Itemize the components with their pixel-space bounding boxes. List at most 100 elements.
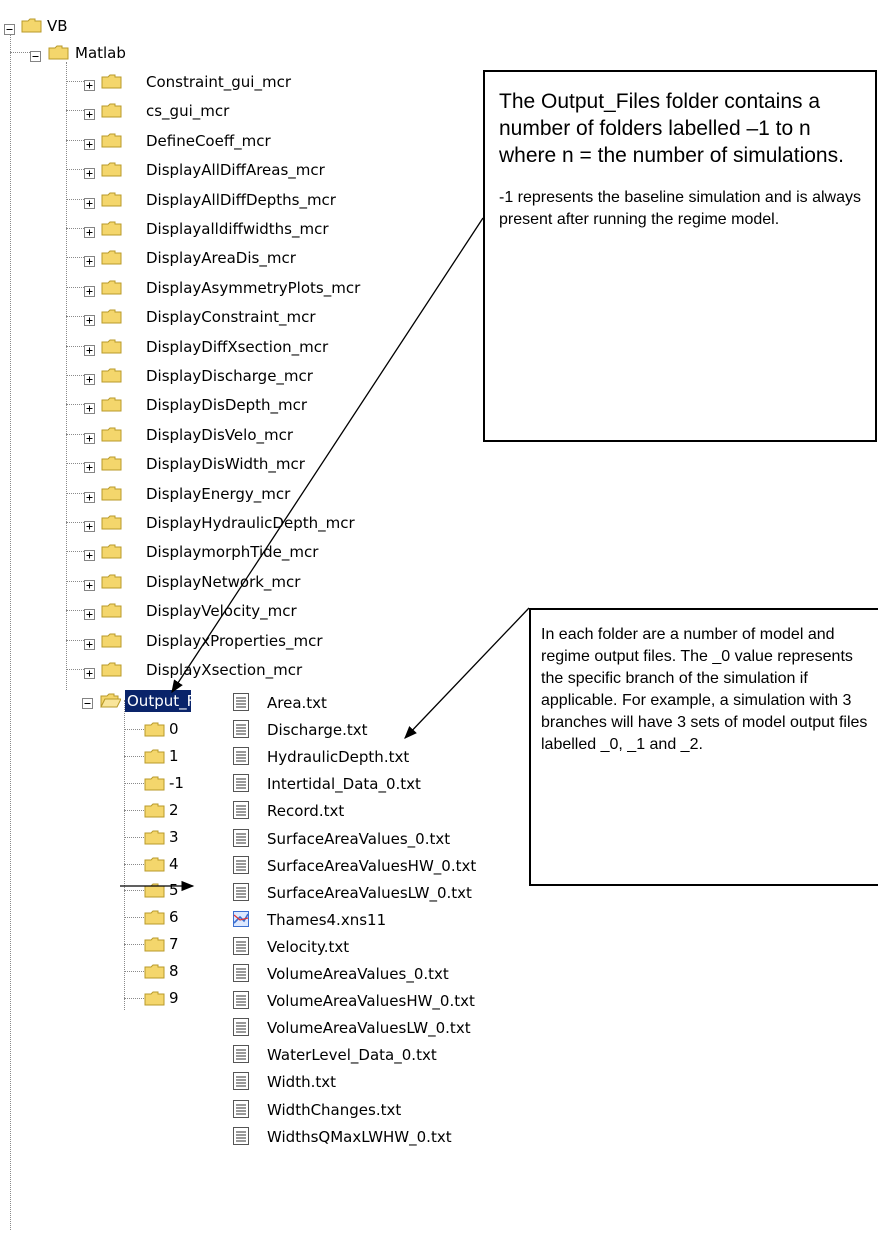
tree-row-folder[interactable]: DisplayDisVelo_mcr: [84, 425, 414, 445]
tree-row-subfolder[interactable]: 8: [124, 961, 204, 981]
text-file-icon: [232, 963, 250, 983]
file-row[interactable]: Width.txt: [232, 1071, 552, 1093]
expand-icon[interactable]: [84, 223, 95, 238]
expand-icon[interactable]: [84, 135, 95, 150]
tree-row-folder[interactable]: Displayalldiffwidths_mcr: [84, 219, 414, 239]
folder-label: DisplayDiffXsection_mcr: [146, 337, 329, 356]
expand-icon[interactable]: [84, 252, 95, 268]
tree-row-folder[interactable]: DisplayVelocity_mcr: [84, 601, 414, 621]
expand-icon[interactable]: [84, 664, 95, 679]
tree-row-folder[interactable]: DisplayConstraint_mcr: [84, 307, 414, 327]
tree-row-folder[interactable]: DisplayAreaDis_mcr: [84, 248, 414, 268]
tree-row-folder[interactable]: DisplayDisDepth_mcr: [84, 395, 414, 415]
file-row[interactable]: Discharge.txt: [232, 719, 552, 741]
tree-row-folder[interactable]: DisplayXsection_mcr: [84, 660, 414, 680]
file-row[interactable]: WidthChanges.txt: [232, 1099, 552, 1121]
collapse-icon[interactable]: [4, 20, 15, 35]
tree-row-folder[interactable]: DisplayAllDiffAreas_mcr: [84, 160, 414, 180]
folder-label: 9: [169, 989, 179, 1007]
tree-row-folder[interactable]: DisplayxProperties_mcr: [84, 631, 414, 651]
file-row[interactable]: WidthsQMaxLWHW_0.txt: [232, 1126, 552, 1148]
tree-row-subfolder[interactable]: 9: [124, 988, 204, 1008]
tree-connector: [66, 580, 84, 582]
file-row[interactable]: VolumeAreaValues_0.txt: [232, 963, 552, 985]
file-row[interactable]: Thames4.xns11: [232, 909, 552, 931]
tree-row-folder[interactable]: DefineCoeff_mcr: [84, 131, 414, 151]
folder-icon: [101, 309, 122, 324]
expand-icon[interactable]: [84, 517, 95, 532]
expand-icon[interactable]: [84, 576, 95, 591]
tree-row-folder[interactable]: DisplayDiffXsection_mcr: [84, 337, 414, 357]
tree-connector: [124, 782, 144, 784]
tree-row-subfolder[interactable]: 3: [124, 827, 204, 847]
tree-connector: [66, 228, 84, 229]
tree-connector: [124, 863, 144, 865]
folder-label: 2: [169, 800, 179, 819]
expand-icon[interactable]: [84, 311, 95, 327]
tree-connector: [66, 522, 84, 523]
collapse-icon[interactable]: [82, 694, 93, 709]
tree-row-folder[interactable]: cs_gui_mcr: [84, 101, 414, 121]
expand-icon[interactable]: [84, 282, 95, 297]
expand-icon[interactable]: [84, 635, 95, 650]
tree-row-folder[interactable]: DisplayAsymmetryPlots_mcr: [84, 278, 414, 298]
tree-row-folder[interactable]: DisplayDischarge_mcr: [84, 366, 414, 386]
file-row[interactable]: SurfaceAreaValues_0.txt: [232, 828, 552, 850]
tree-row-folder[interactable]: DisplayNetwork_mcr: [84, 572, 414, 592]
tree-row-subfolder[interactable]: 5: [124, 880, 204, 900]
expand-icon[interactable]: [84, 194, 95, 209]
tree-row-subfolder[interactable]: 6: [124, 907, 204, 927]
file-row[interactable]: Velocity.txt: [232, 936, 552, 958]
tree-connector: [66, 198, 84, 200]
folder-icon: [101, 192, 122, 207]
file-row[interactable]: Area.txt: [232, 692, 552, 714]
tree-row-subfolder[interactable]: 2: [124, 800, 204, 820]
folder-label: DisplayEnergy_mcr: [146, 484, 291, 503]
tree-row-vb[interactable]: VB: [4, 16, 104, 36]
folder-icon: [101, 133, 122, 148]
tree-row-subfolder[interactable]: 7: [124, 934, 204, 954]
tree-connector: [66, 316, 84, 318]
expand-icon[interactable]: [84, 370, 95, 385]
file-row[interactable]: SurfaceAreaValuesHW_0.txt: [232, 855, 552, 877]
tree-row-subfolder[interactable]: 1: [124, 746, 204, 766]
tree-row-folder[interactable]: DisplayDisWidth_mcr: [84, 454, 414, 474]
tree-connector: [66, 286, 84, 288]
expand-icon[interactable]: [84, 546, 95, 562]
tree-row-subfolder[interactable]: 0: [124, 719, 204, 739]
expand-icon[interactable]: [84, 458, 95, 474]
file-row[interactable]: VolumeAreaValuesHW_0.txt: [232, 990, 552, 1012]
tree-row-output-files[interactable]: Output_F: [82, 690, 242, 712]
expand-icon[interactable]: [84, 76, 95, 91]
folder-label: 1: [169, 746, 179, 765]
folder-label: DisplaymorphTide_mcr: [146, 543, 319, 562]
tree-row-matlab[interactable]: Matlab: [30, 43, 150, 63]
tree-row-folder[interactable]: Constraint_gui_mcr: [84, 72, 414, 92]
expand-icon[interactable]: [84, 488, 95, 503]
tree-row-subfolder[interactable]: 4: [124, 854, 204, 874]
file-row[interactable]: WaterLevel_Data_0.txt: [232, 1044, 552, 1066]
open-folder-icon: [100, 693, 121, 708]
expand-icon[interactable]: [84, 341, 95, 356]
expand-icon[interactable]: [84, 164, 95, 180]
folder-label: DisplayAllDiffDepths_mcr: [146, 190, 336, 209]
collapse-icon[interactable]: [30, 47, 41, 62]
tree-row-folder[interactable]: DisplayEnergy_mcr: [84, 484, 414, 504]
tree-row-folder[interactable]: DisplayHydraulicDepth_mcr: [84, 513, 414, 533]
expand-icon[interactable]: [84, 105, 95, 121]
file-row[interactable]: SurfaceAreaValuesLW_0.txt: [232, 882, 552, 904]
folder-label: 7: [169, 935, 179, 954]
file-row[interactable]: Intertidal_Data_0.txt: [232, 773, 552, 795]
tree-row-subfolder[interactable]: -1: [124, 773, 204, 793]
file-row[interactable]: VolumeAreaValuesLW_0.txt: [232, 1017, 552, 1039]
tree-row-folder[interactable]: DisplaymorphTide_mcr: [84, 542, 414, 562]
tree-connector: [124, 890, 144, 892]
file-row[interactable]: HydraulicDepth.txt: [232, 746, 552, 768]
tree-connector: [66, 375, 84, 376]
expand-icon[interactable]: [84, 399, 95, 415]
tree-row-folder[interactable]: DisplayAllDiffDepths_mcr: [84, 190, 414, 210]
expand-icon[interactable]: [84, 605, 95, 621]
expand-icon[interactable]: [84, 429, 95, 444]
file-row[interactable]: Record.txt: [232, 800, 552, 822]
folder-icon: [101, 74, 122, 89]
